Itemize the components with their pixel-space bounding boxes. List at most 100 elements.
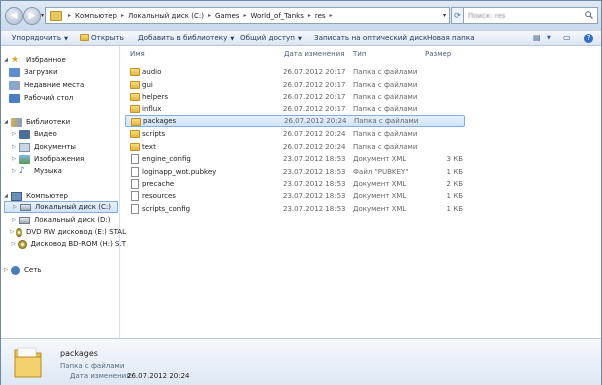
nav-music[interactable]: ▷ ♪ Музыка (9, 165, 126, 177)
share-button[interactable]: Общий доступ ▼ (240, 33, 302, 42)
list-item[interactable]: helpers 26.07.2012 20:17 Папка с файлами (125, 91, 465, 103)
nav-recent-places[interactable]: Недавние места (9, 79, 126, 91)
list-item[interactable]: influx 26.07.2012 20:17 Папка с файлами (125, 103, 465, 115)
disc-icon (18, 239, 27, 249)
list-item[interactable]: resources 23.07.2012 18:53 Документ XML … (125, 190, 465, 202)
chevron-right-icon[interactable]: ▸ (328, 12, 335, 19)
chevron-right-icon[interactable]: ▸ (66, 12, 73, 19)
expand-icon[interactable]: ▷ (9, 241, 18, 247)
file-date: 23.07.2012 18:53 (283, 180, 346, 188)
nav-desktop[interactable]: Рабочий стол (9, 92, 126, 104)
nav-desktop-label: Рабочий стол (24, 94, 74, 102)
file-date: 23.07.2012 18:53 (283, 155, 346, 163)
list-item[interactable]: audio 26.07.2012 20:17 Папка с файлами (125, 66, 465, 78)
file-type: Папка с файлами (353, 105, 418, 113)
nav-images[interactable]: ▷ Изображения (9, 153, 126, 165)
breadcrumb-disk-c[interactable]: Локальный диск (C:) (126, 12, 206, 20)
expand-icon[interactable]: ◢ (1, 119, 11, 125)
column-header-size[interactable]: Размер (425, 50, 451, 58)
list-item[interactable]: scripts_config 23.07.2012 18:53 Документ… (125, 203, 465, 215)
list-item-selected[interactable]: packages 26.07.2012 20:24 Папка с файлам… (125, 115, 465, 127)
organize-button[interactable]: Упорядочить ▼ (12, 33, 68, 42)
nav-downloads[interactable]: Загрузки (9, 66, 126, 78)
column-header-date[interactable]: Дата изменения (284, 50, 344, 58)
details-pane: packages Папка с файлами Дата изменения:… (1, 338, 601, 385)
nav-documents[interactable]: ▷ Документы (9, 141, 126, 153)
forward-button[interactable]: ▶ (23, 7, 41, 25)
recent-pages-dropdown[interactable]: ▾ (41, 12, 44, 19)
column-header-type[interactable]: Тип (353, 50, 366, 58)
folder-open-icon (80, 34, 89, 41)
address-dropdown[interactable]: ▾ (443, 12, 446, 19)
nav-disk-d-label: Локальный диск (D:) (34, 216, 111, 224)
nav-disk-d[interactable]: ▷ Локальный диск (D:) (9, 214, 126, 226)
add-to-library-button[interactable]: Добавить в библиотеку ▼ (138, 33, 234, 42)
list-item[interactable]: gui 26.07.2012 20:17 Папка с файлами (125, 79, 465, 91)
details-type: Папка с файлами (60, 362, 125, 370)
nav-network[interactable]: ▷ Сеть (1, 264, 118, 276)
file-type: Папка с файлами (354, 117, 419, 125)
organize-label: Упорядочить (12, 33, 62, 42)
view-dropdown-icon[interactable]: ▼ (547, 35, 551, 41)
search-placeholder: Поиск: res (468, 11, 506, 20)
search-input[interactable]: Поиск: res (463, 7, 598, 24)
music-icon: ♪ (19, 165, 25, 176)
address-bar[interactable]: ▸ Компьютер ▸ Локальный диск (C:) ▸ Game… (45, 7, 450, 24)
file-type: Папка с файлами (353, 81, 418, 89)
recent-places-icon (9, 80, 20, 90)
file-icon (131, 167, 139, 177)
chevron-right-icon[interactable]: ▸ (241, 12, 248, 19)
breadcrumb-world-of-tanks[interactable]: World_of_Tanks (248, 12, 305, 20)
expand-icon[interactable]: ▷ (9, 168, 19, 174)
breadcrumb-res[interactable]: res (313, 12, 328, 20)
nav-downloads-label: Загрузки (24, 68, 58, 76)
expand-icon[interactable]: ◢ (1, 57, 11, 63)
list-item[interactable]: loginapp_wot.pubkey 23.07.2012 18:53 Фай… (125, 166, 465, 178)
breadcrumb-computer[interactable]: Компьютер (73, 12, 119, 20)
nav-libraries[interactable]: ◢ Библиотеки (1, 116, 118, 128)
drive-icon (19, 216, 30, 224)
nav-dvd[interactable]: ▷ DVD RW дисковод (E:) STAL (9, 226, 126, 238)
file-date: 26.07.2012 20:24 (283, 130, 346, 138)
expand-icon[interactable]: ▷ (9, 217, 19, 223)
file-size: 1 КБ (446, 168, 463, 176)
list-item[interactable]: text 26.07.2012 20:24 Папка с файлами (125, 141, 465, 153)
list-item[interactable]: scripts 26.07.2012 20:24 Папка с файлами (125, 128, 465, 140)
new-folder-button[interactable]: Новая папка (427, 33, 475, 42)
burn-button[interactable]: Записать на оптический диск (314, 33, 427, 42)
file-date: 26.07.2012 20:24 (283, 143, 346, 151)
expand-icon[interactable]: ▷ (9, 156, 19, 162)
preview-pane-icon[interactable]: ▭ (563, 33, 571, 42)
list-item[interactable]: engine_config 23.07.2012 18:53 Документ … (125, 153, 465, 165)
column-header-name[interactable]: Имя (130, 50, 145, 58)
nav-recent-label: Недавние места (24, 81, 85, 89)
expand-icon[interactable]: ▷ (9, 144, 19, 150)
open-button[interactable]: Открыть (80, 33, 124, 42)
chevron-right-icon[interactable]: ▸ (206, 12, 213, 19)
expand-icon[interactable]: ▷ (9, 131, 19, 137)
search-icon (585, 10, 593, 21)
view-options-icon[interactable]: ▤ (533, 33, 541, 42)
nav-bd[interactable]: ▷ Дисковод BD-ROM (H:) S.T (9, 238, 126, 250)
expand-icon[interactable]: ▷ (10, 204, 20, 210)
breadcrumb-games[interactable]: Games (213, 12, 242, 20)
help-icon[interactable]: ? (584, 34, 593, 43)
file-size: 1 КБ (446, 205, 463, 213)
nav-video-label: Видео (34, 130, 57, 138)
file-name: packages (143, 117, 177, 125)
explorer-window: ◀ ▶ ▾ ▸ Компьютер ▸ Локальный диск (C:) … (0, 0, 602, 385)
expand-icon[interactable]: ◢ (1, 193, 11, 199)
back-button[interactable]: ◀ (5, 7, 23, 25)
nav-favorites[interactable]: ◢ ★ Избранное (1, 54, 118, 66)
chevron-right-icon[interactable]: ▸ (119, 12, 126, 19)
file-name: text (142, 143, 156, 151)
expand-icon[interactable]: ▷ (1, 267, 11, 273)
chevron-right-icon[interactable]: ▸ (306, 12, 313, 19)
expand-icon[interactable]: ▷ (9, 229, 16, 235)
nav-bd-label: Дисковод BD-ROM (H:) S.T (30, 240, 126, 248)
file-date: 26.07.2012 20:17 (283, 105, 346, 113)
nav-disk-c[interactable]: ▷ Локальный диск (C:) (4, 201, 118, 213)
list-item[interactable]: precache 23.07.2012 18:53 Документ XML 2… (125, 178, 465, 190)
nav-video[interactable]: ▷ Видео (9, 128, 126, 140)
file-type: Папка с файлами (353, 93, 418, 101)
